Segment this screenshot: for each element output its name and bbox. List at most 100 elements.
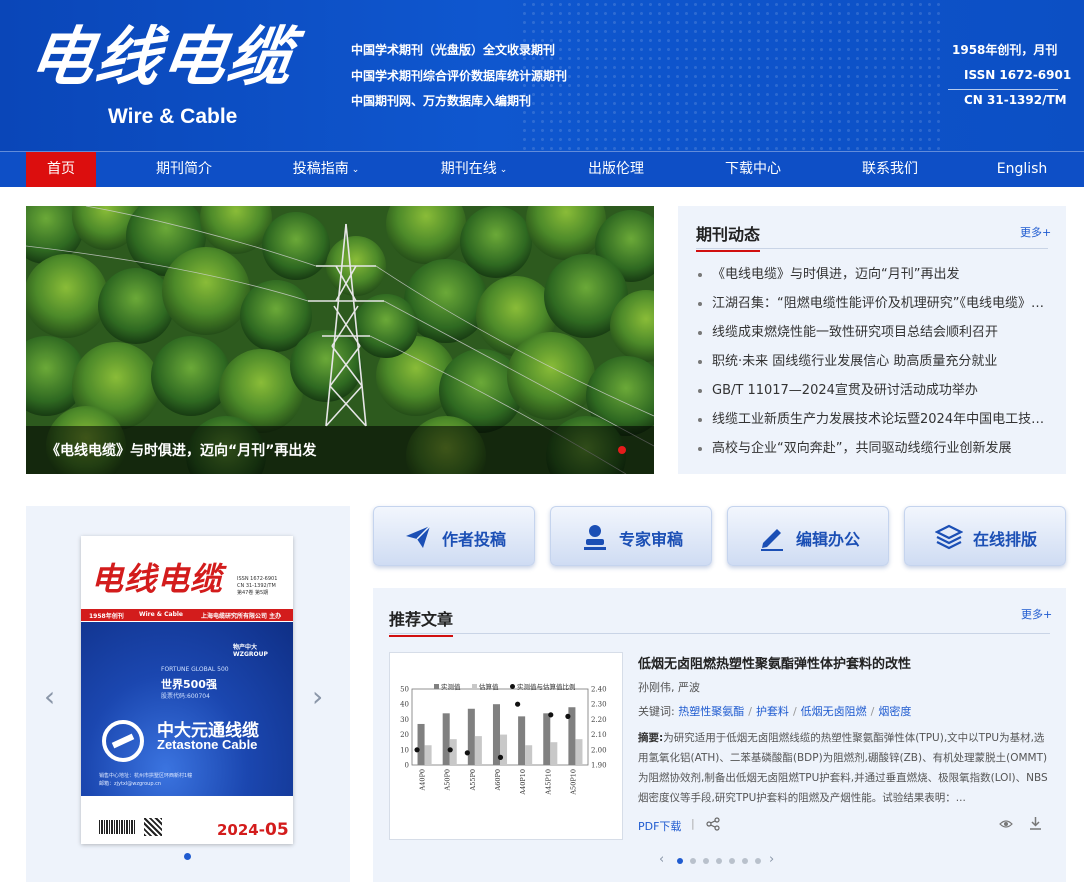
- news-item[interactable]: 《电线电缆》与时俱进，迈向“月刊”再出发: [698, 265, 1050, 294]
- x-tick-label: A50P10: [569, 769, 577, 796]
- article-keywords: 关键词: 热塑性聚氨酯 / 护套料 / 低烟无卤阻燃 / 烟密度: [638, 703, 911, 719]
- cover-stock: 股票代码:600704: [161, 693, 210, 700]
- download-icon[interactable]: [1029, 816, 1042, 830]
- nav-home[interactable]: 首页: [26, 152, 96, 187]
- divider: [389, 633, 1050, 634]
- news-more-link[interactable]: 更多+: [1020, 224, 1051, 240]
- expert-review-button[interactable]: 专家审稿: [550, 506, 712, 566]
- cover-band-left: 1958年创刊: [89, 613, 124, 620]
- ratio-point: [497, 754, 504, 760]
- carousel-indicator[interactable]: [618, 446, 626, 454]
- nav-contact[interactable]: 联系我们: [844, 152, 936, 187]
- pdf-download-link[interactable]: PDF下载: [638, 818, 681, 834]
- nav-submission-guide[interactable]: 投稿指南 ⌄: [276, 152, 376, 187]
- news-item[interactable]: 江湖召集：“阻燃电缆性能评价及机理研究”《电线电缆》专题征稿: [698, 294, 1050, 323]
- hero-carousel[interactable]: 《电线电缆》与时俱进，迈向“月刊”再出发: [26, 206, 654, 474]
- news-panel-title: 期刊动态: [696, 221, 761, 252]
- eye-icon[interactable]: [999, 818, 1013, 830]
- y-tick-label: 40: [400, 701, 409, 709]
- nav-about[interactable]: 期刊简介: [138, 152, 230, 187]
- next-arrow-icon[interactable]: ›: [312, 680, 323, 713]
- journal-cover[interactable]: 电线电缆 ISSN 1672-6901 CN 31-1392/TM 第47卷 第…: [81, 536, 293, 844]
- cn-text: CN 31-1392/TM: [964, 93, 1067, 107]
- cover-footer-line: 邮箱：zjytxl@wzgroup.cn: [99, 781, 162, 787]
- pager-dot[interactable]: [729, 858, 735, 864]
- hero-caption[interactable]: 《电线电缆》与时俱进，迈向“月刊”再出发: [46, 440, 316, 460]
- qr-code-icon: [144, 818, 162, 836]
- keyword-link[interactable]: 烟密度: [878, 705, 911, 718]
- news-list: 《电线电缆》与时俱进，迈向“月刊”再出发 江湖召集：“阻燃电缆性能评价及机理研究…: [698, 265, 1050, 468]
- ratio-point: [565, 713, 571, 719]
- divider: [696, 248, 1048, 249]
- keyword-link[interactable]: 低烟无卤阻燃: [801, 705, 867, 718]
- issn-text: ISSN 1672-6901: [948, 65, 1071, 90]
- x-tick-label: A55P0: [469, 769, 477, 791]
- x-tick-label: A60P0: [494, 769, 502, 791]
- legend-label: 估算值: [479, 682, 499, 691]
- news-item[interactable]: 职统·未来 固线缆行业发展信心 助高质量充分就业: [698, 352, 1050, 381]
- recommended-panel: 推荐文章 更多+ 0 10 20 30 40 50 1.90 2.00 2.10 2.20 2.30…: [373, 588, 1066, 882]
- cover-brand-en: Zetastone Cable: [157, 737, 258, 752]
- news-item[interactable]: GB/T 11017—2024宣贯及研讨活动成功举办: [698, 381, 1050, 410]
- pager-dot[interactable]: [677, 858, 683, 864]
- rec-title-text: 推荐文章: [389, 610, 454, 629]
- nav-label: 期刊简介: [156, 161, 212, 177]
- legend-swatch: [434, 684, 439, 689]
- keyword-link[interactable]: 护套料: [756, 705, 789, 718]
- pager-next-icon[interactable]: ›: [769, 852, 774, 867]
- bar-measured: [442, 713, 450, 765]
- news-item[interactable]: 线缆成束燃烧性能一致性研究项目总结会顺利召开: [698, 323, 1050, 352]
- logo-english[interactable]: Wire & Cable: [108, 105, 237, 129]
- article-figure[interactable]: 0 10 20 30 40 50 1.90 2.00 2.10 2.20 2.30 2.40 实测值 估算…: [389, 652, 623, 840]
- nav-label: 期刊在线: [440, 161, 497, 177]
- prev-arrow-icon[interactable]: ‹: [44, 680, 55, 713]
- pager-dot[interactable]: [742, 858, 748, 864]
- nav-ethics[interactable]: 出版伦理: [570, 152, 662, 187]
- online-typeset-button[interactable]: 在线排版: [904, 506, 1066, 566]
- rec-more-link[interactable]: 更多+: [1021, 606, 1052, 622]
- pager-dot[interactable]: [703, 858, 709, 864]
- hero-caption-bar[interactable]: 《电线电缆》与时俱进，迈向“月刊”再出发: [26, 426, 654, 474]
- y2-tick-label: 2.20: [591, 716, 607, 724]
- news-item[interactable]: 高校与企业“双向奔赴”，共同驱动线缆行业创新发展: [698, 439, 1050, 468]
- chevron-down-icon: ⌄: [351, 165, 360, 175]
- pager-prev-icon[interactable]: ‹: [659, 852, 664, 867]
- site-header: 电线电缆 Wire & Cable 中国学术期刊（光盘版）全文收录期刊 中国学术…: [0, 0, 1084, 151]
- cover-ad: 物产中大 WZGROUP FORTUNE GLOBAL 500 世界500强 股…: [81, 622, 293, 796]
- rec-panel-title: 推荐文章: [389, 606, 454, 637]
- pager-dot[interactable]: [690, 858, 696, 864]
- nav-label: English: [996, 161, 1048, 177]
- nav-downloads[interactable]: 下载中心: [707, 152, 799, 187]
- pager-dot[interactable]: [716, 858, 722, 864]
- journal-ids: 1958年创刊，月刊 ISSN 1672-6901 CN 31-1392/TM: [948, 40, 1071, 115]
- zetastone-logo-icon: [102, 720, 144, 762]
- keyword-link[interactable]: 热塑性聚氨酯: [678, 705, 744, 718]
- y-tick-label: 10: [400, 746, 409, 754]
- nav-journal-online[interactable]: 期刊在线 ⌄: [424, 152, 524, 187]
- share-icon[interactable]: [706, 817, 720, 831]
- y2-tick-label: 2.10: [591, 731, 607, 739]
- y2-tick-label: 1.90: [591, 762, 607, 770]
- bar-estimated: [500, 734, 508, 765]
- news-item[interactable]: 线缆工业新质生产力发展技术论坛暨2024年中国电工技术学会电线电缆专委会年会: [698, 410, 1050, 439]
- legend-swatch: [472, 684, 477, 689]
- cover-footer: 销售中心地址：杭州市拱墅区环西新村1幢 邮箱：zjytxl@wzgroup.cn: [99, 772, 192, 788]
- cover-issue-year: 2024-: [217, 821, 265, 839]
- news-title-text: 期刊动态: [696, 225, 761, 244]
- bar-estimated: [424, 745, 432, 765]
- edit-pen-icon: [761, 529, 783, 551]
- ratio-point: [414, 747, 420, 753]
- author-submit-button[interactable]: 作者投稿: [373, 506, 535, 566]
- pager-dot[interactable]: [755, 858, 761, 864]
- button-label: 在线排版: [973, 530, 1038, 549]
- cover-carousel-dot[interactable]: [184, 853, 191, 860]
- ratio-point: [515, 701, 521, 707]
- reviewer-icon: [584, 525, 606, 550]
- bar-measured: [467, 708, 475, 765]
- bar-measured: [417, 723, 425, 765]
- logo-chinese[interactable]: 电线电缆: [25, 20, 300, 95]
- article-title[interactable]: 低烟无卤阻燃热塑性聚氨酯弹性体护套料的改性: [638, 653, 911, 672]
- cover-band-mid: Wire & Cable: [139, 611, 183, 618]
- nav-english[interactable]: English: [978, 152, 1066, 187]
- editor-office-button[interactable]: 编辑办公: [727, 506, 889, 566]
